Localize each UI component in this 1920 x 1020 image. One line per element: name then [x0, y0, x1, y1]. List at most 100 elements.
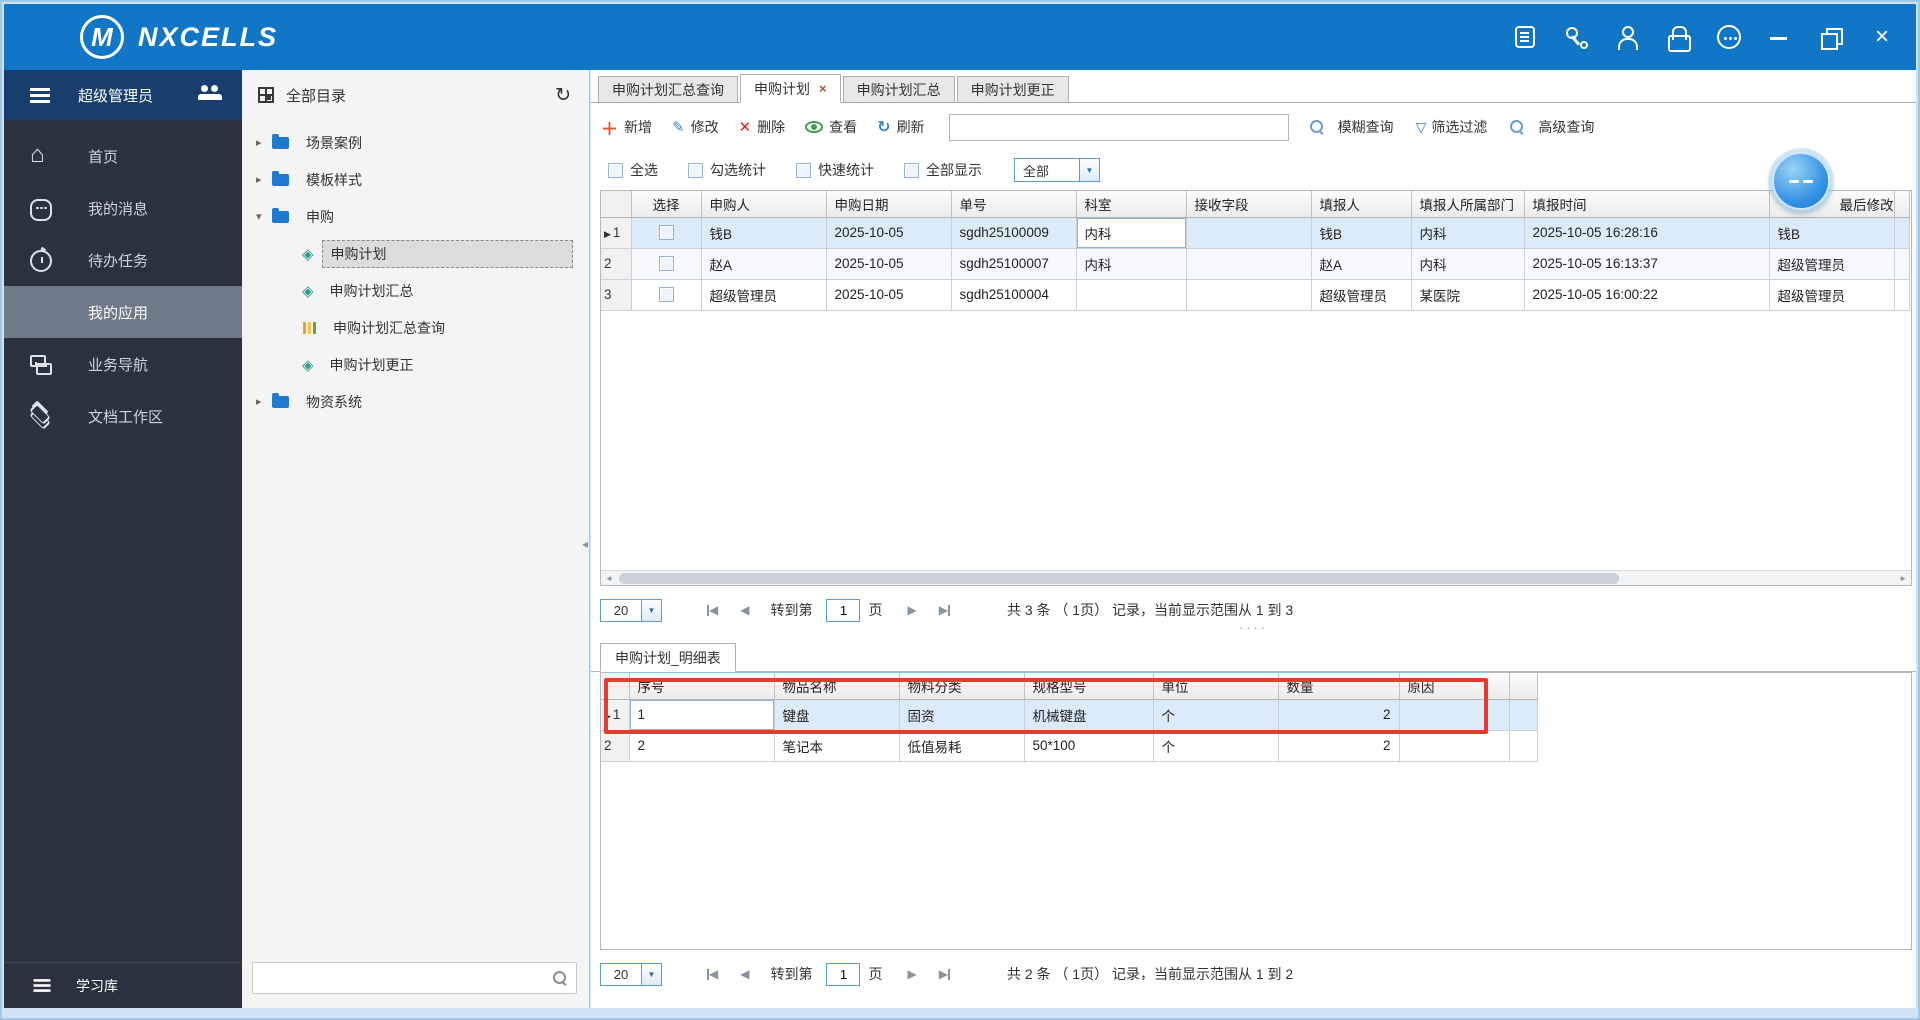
user-switch-icon[interactable] [1615, 25, 1639, 49]
page-size-select[interactable]: 20 ▼ [600, 963, 662, 986]
tab-purchase-plan-correction[interactable]: 申购计划更正 [957, 76, 1069, 102]
checkbox-icon[interactable] [904, 163, 919, 178]
prev-page-button[interactable]: ◀ [740, 967, 749, 981]
show-all-checkbox[interactable]: 全部显示 [904, 160, 982, 180]
minimize-icon[interactable] [1768, 25, 1792, 49]
chevron-down-icon[interactable]: ▼ [642, 963, 662, 986]
col-requester[interactable]: 申购人 [701, 191, 826, 217]
col-select[interactable]: 选择 [631, 191, 701, 217]
filter-button[interactable]: ▽ 筛选过滤 [1416, 117, 1488, 137]
checkbox-icon[interactable] [796, 163, 811, 178]
first-page-button[interactable]: ◀ [707, 603, 718, 617]
doc-list-icon[interactable] [1515, 26, 1535, 48]
chevron-right-icon[interactable]: ▸ [256, 136, 272, 149]
restore-icon[interactable] [1819, 25, 1843, 49]
tab-purchase-plan[interactable]: 申购计划 × [740, 74, 841, 103]
tree-node-material-system[interactable]: ▸ 物资系统 [242, 383, 589, 420]
tree-search-input[interactable] [253, 963, 552, 993]
tree-node-purchase[interactable]: ▾ 申购 [242, 198, 589, 235]
chevron-down-icon[interactable]: ▼ [642, 599, 662, 622]
horizontal-scrollbar[interactable]: ◂ ▸ [601, 570, 1911, 585]
col-reason[interactable]: 原因 [1399, 673, 1509, 699]
more-circle-icon[interactable] [1717, 25, 1741, 49]
tree-node-purchase-plan-summary[interactable]: ◈ 申购计划汇总 [242, 272, 589, 309]
lock-icon[interactable] [1666, 25, 1690, 49]
sidebar-footer-learning[interactable]: 学习库 [4, 962, 242, 1008]
select-all-checkbox[interactable]: 全选 [608, 160, 658, 180]
prev-page-button[interactable]: ◀ [740, 603, 749, 617]
tab-purchase-plan-detail[interactable]: 申购计划_明细表 [600, 643, 736, 672]
tree-node-purchase-plan[interactable]: ◈ 申购计划 [242, 235, 589, 272]
col-order-no[interactable]: 单号 [951, 191, 1076, 217]
col-material-type[interactable]: 物料分类 [899, 673, 1024, 699]
tab-purchase-plan-summary-query[interactable]: 申购计划汇总查询 [598, 76, 738, 102]
col-filler[interactable]: 填报人 [1311, 191, 1411, 217]
col-department[interactable]: 科室 [1076, 191, 1186, 217]
menu-icon[interactable] [30, 94, 50, 97]
sidebar-item-my-apps[interactable]: 我的应用 [4, 286, 242, 338]
col-seq[interactable]: 序号 [629, 673, 774, 699]
checkbox-icon[interactable] [688, 163, 703, 178]
refresh-button[interactable]: ↻ 刷新 [877, 117, 924, 137]
page-number-input[interactable] [826, 599, 860, 622]
search-icon[interactable] [552, 970, 568, 986]
col-quantity[interactable]: 数量 [1278, 673, 1399, 699]
sidebar-item-home[interactable]: ⌂ 首页 [4, 130, 242, 182]
quick-stats-checkbox[interactable]: 快速统计 [796, 160, 874, 180]
table-row[interactable]: 3 超级管理员 2025-10-05 sgdh25100004 超级管理员 某医… [601, 279, 1909, 310]
table-row[interactable]: 2 2 笔记本 低值易耗 50*100 个 2 [601, 730, 1537, 761]
chevron-right-icon[interactable]: ▸ [256, 173, 272, 186]
row-checkbox[interactable] [659, 225, 674, 240]
next-page-button[interactable]: ▶ [907, 603, 916, 617]
chevron-right-icon[interactable]: ▸ [256, 395, 272, 408]
add-button[interactable]: ＋ 新增 [601, 115, 652, 140]
close-tab-icon[interactable]: × [819, 81, 827, 96]
focused-cell[interactable]: 内科 [1076, 217, 1186, 248]
chevron-down-icon[interactable]: ▾ [256, 210, 272, 223]
col-unit[interactable]: 单位 [1153, 673, 1278, 699]
fuzzy-query-button[interactable]: 模糊查询 [1309, 117, 1394, 137]
sidebar-item-doc-workspace[interactable]: 文档工作区 [4, 390, 242, 442]
tab-purchase-plan-summary[interactable]: 申购计划汇总 [843, 76, 955, 102]
first-page-button[interactable]: ◀ [707, 967, 718, 981]
floating-assistant-button[interactable] [1772, 152, 1830, 210]
page-size-select[interactable]: 20 ▼ [600, 599, 662, 622]
checked-stats-checkbox[interactable]: 勾选统计 [688, 160, 766, 180]
tree-node-scene-cases[interactable]: ▸ 场景案例 [242, 124, 589, 161]
col-filler-dept[interactable]: 填报人所属部门 [1411, 191, 1524, 217]
tree-node-template-styles[interactable]: ▸ 模板样式 [242, 161, 589, 198]
table-row[interactable]: ▶1 钱B 2025-10-05 sgdh25100009 内科 钱B 内科 2… [601, 217, 1909, 248]
advanced-query-button[interactable]: 高级查询 [1509, 117, 1594, 137]
checkbox-icon[interactable] [608, 163, 623, 178]
next-page-button[interactable]: ▶ [907, 967, 916, 981]
focused-cell[interactable]: 1 [629, 699, 774, 730]
last-page-button[interactable]: ▶ [939, 967, 950, 981]
scroll-left-icon[interactable]: ◂ [601, 573, 617, 584]
row-checkbox[interactable] [659, 287, 674, 302]
scope-select[interactable]: 全部 ▼ [1014, 158, 1100, 182]
scrollbar-thumb[interactable] [619, 573, 1619, 584]
close-icon[interactable]: × [1870, 25, 1894, 49]
quick-search-input[interactable] [949, 114, 1289, 141]
last-page-button[interactable]: ▶ [939, 603, 950, 617]
col-spec-model[interactable]: 规格型号 [1024, 673, 1153, 699]
panel-collapse-handle[interactable]: ◂ [580, 530, 590, 558]
col-date[interactable]: 申购日期 [826, 191, 951, 217]
refresh-tree-icon[interactable]: ↻ [555, 84, 571, 107]
delete-button[interactable]: ✕ 删除 [739, 117, 786, 137]
sidebar-item-messages[interactable]: 我的消息 [4, 182, 242, 234]
col-receive-field[interactable]: 接收字段 [1186, 191, 1311, 217]
table-row[interactable]: 2 赵A 2025-10-05 sgdh25100007 内科 赵A 内科 20… [601, 248, 1909, 279]
key-settings-icon[interactable] [1564, 25, 1588, 49]
switch-role-icon[interactable] [198, 85, 224, 105]
edit-button[interactable]: ✎ 修改 [672, 117, 719, 137]
chevron-down-icon[interactable]: ▼ [1080, 158, 1100, 182]
page-number-input[interactable] [826, 963, 860, 986]
tree-node-purchase-plan-correction[interactable]: ◈ 申购计划更正 [242, 346, 589, 383]
col-item-name[interactable]: 物品名称 [774, 673, 899, 699]
splitter-handle[interactable]: ···· [591, 623, 1916, 633]
sidebar-item-business-nav[interactable]: 业务导航 [4, 338, 242, 390]
table-row[interactable]: ▶1 1 键盘 固资 机械键盘 个 2 [601, 699, 1537, 730]
tree-node-purchase-plan-summary-query[interactable]: 申购计划汇总查询 [242, 309, 589, 346]
view-button[interactable]: 查看 [805, 117, 857, 137]
